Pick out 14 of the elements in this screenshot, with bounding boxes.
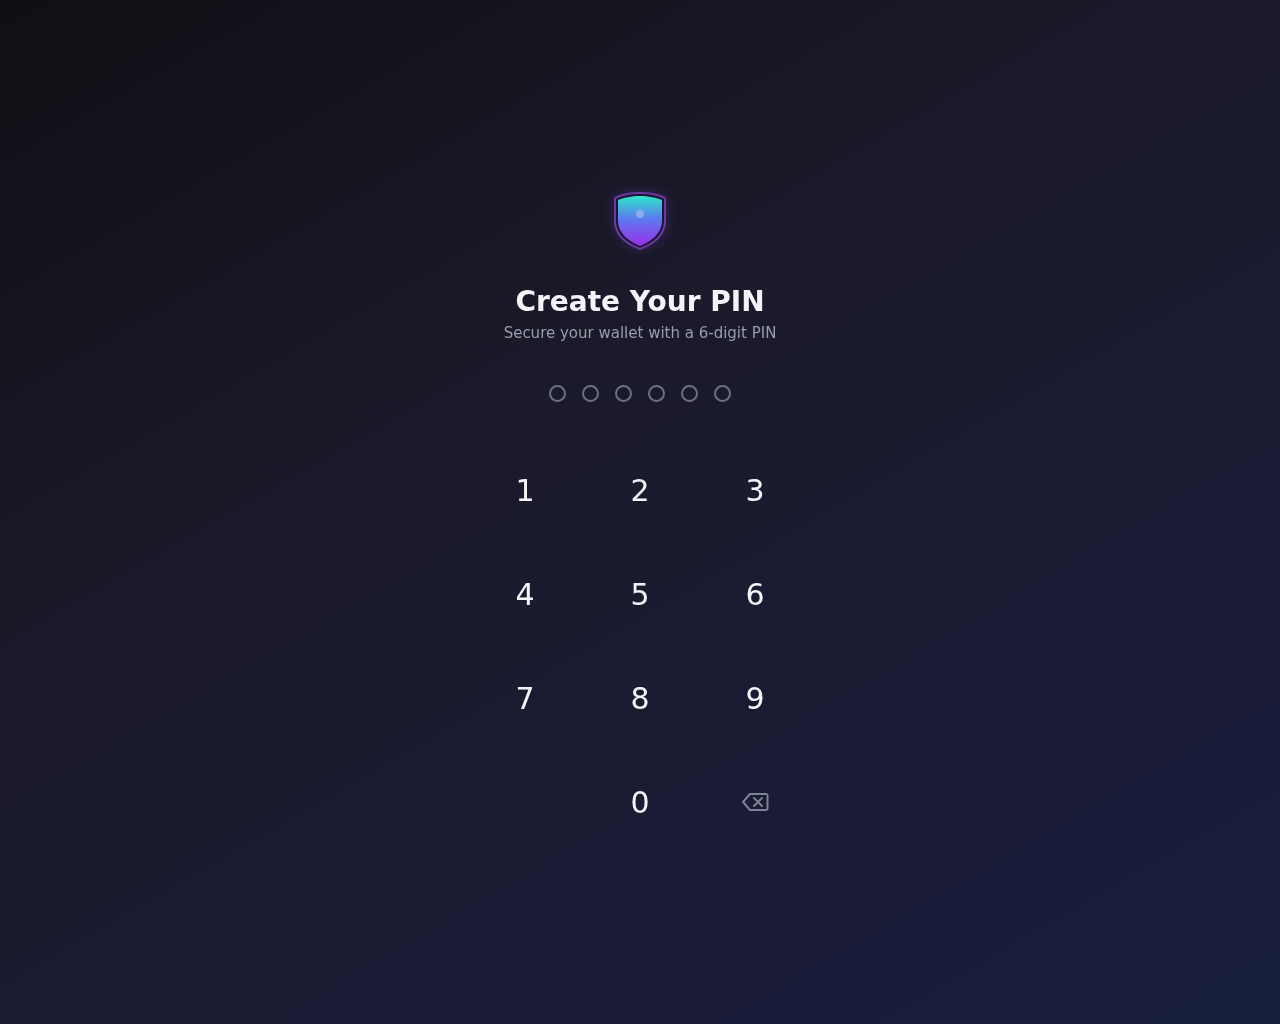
digit-key[interactable]: 7 bbox=[489, 662, 561, 734]
digit-key[interactable]: 0 bbox=[604, 766, 676, 838]
digit-key[interactable]: 2 bbox=[604, 454, 676, 526]
digit-key[interactable]: 3 bbox=[719, 454, 791, 526]
subtitle: Secure your wallet with a 6-digit PIN bbox=[503, 323, 777, 343]
digit-key[interactable]: 1 bbox=[489, 454, 561, 526]
digit-key[interactable]: 4 bbox=[489, 558, 561, 630]
shield-icon bbox=[613, 191, 667, 251]
digit-key[interactable]: 5 bbox=[604, 558, 676, 630]
digit-key[interactable]: 8 bbox=[604, 662, 676, 734]
backspace-icon bbox=[741, 792, 769, 812]
digit-key[interactable]: 6 bbox=[719, 558, 791, 630]
page-title: Create Your PIN bbox=[515, 285, 765, 319]
digit-key[interactable]: 9 bbox=[719, 662, 791, 734]
